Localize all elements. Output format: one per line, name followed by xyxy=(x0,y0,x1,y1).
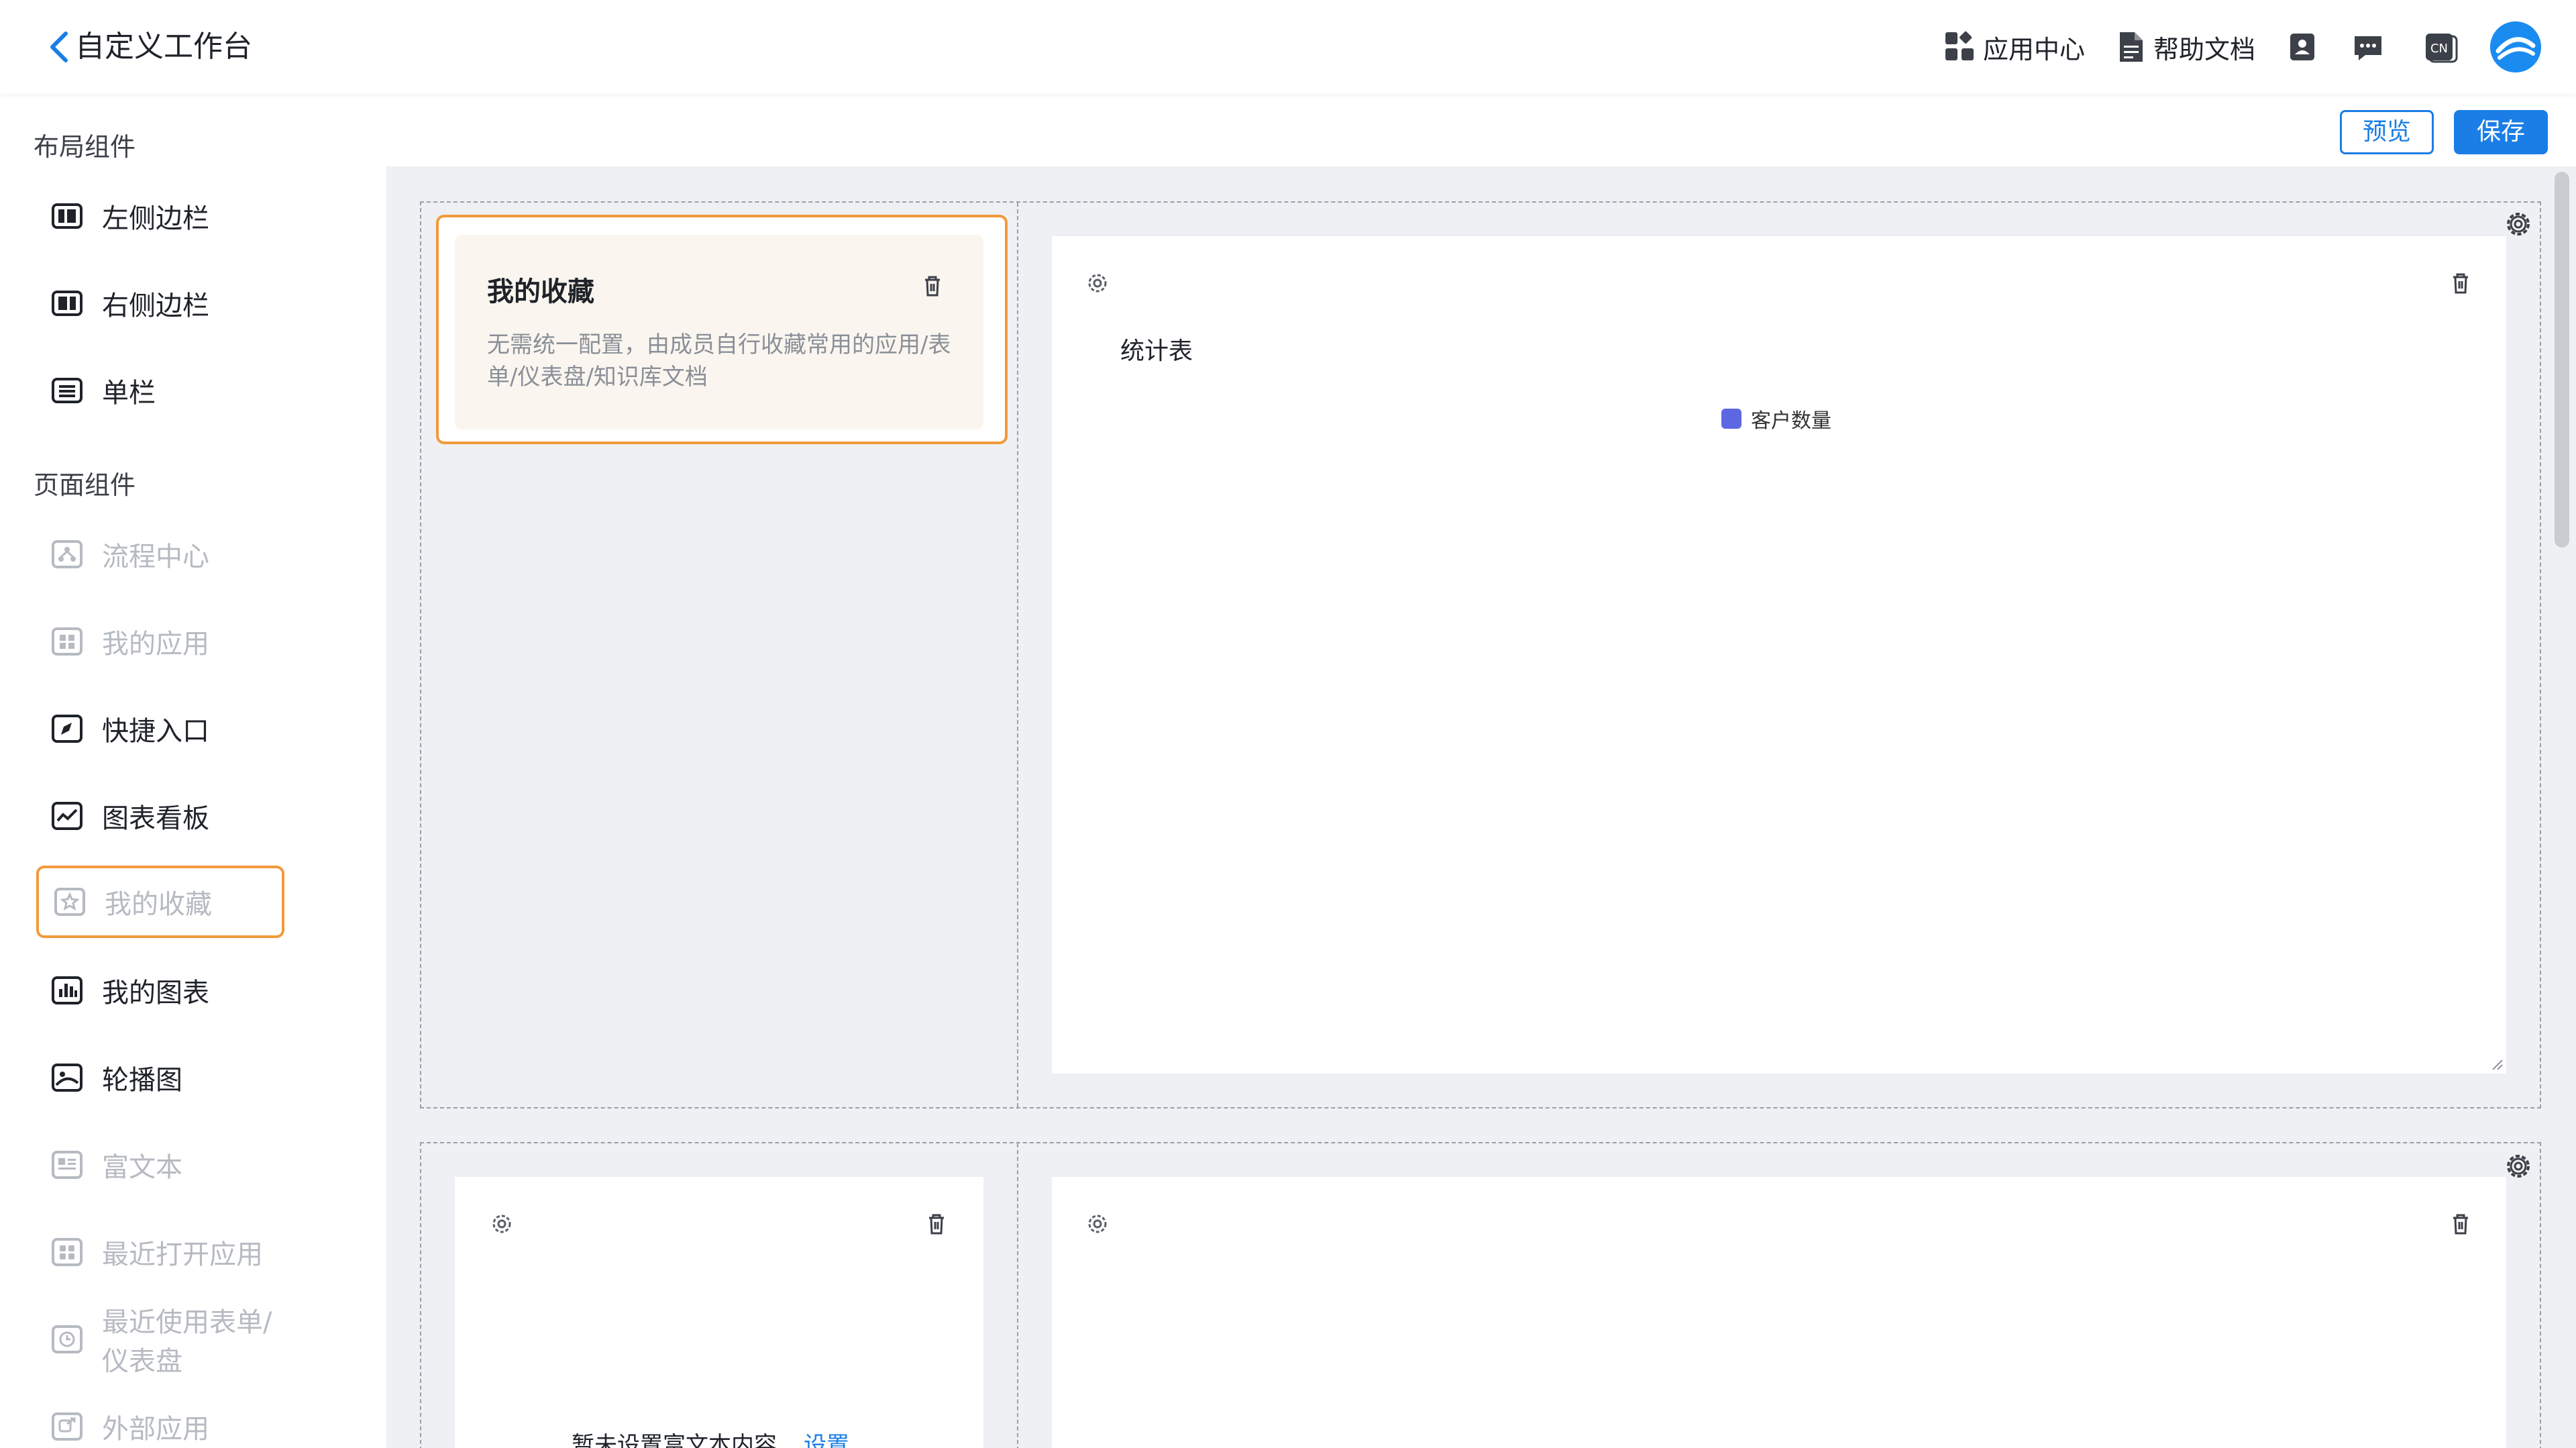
sidebar-item-label: 我的应用 xyxy=(102,629,209,660)
sidebar-item-label: 外部应用 xyxy=(102,1414,209,1445)
column-divider xyxy=(1017,203,1018,1107)
sidebar-item-left-sidebar[interactable]: 左侧边栏 xyxy=(36,180,284,252)
sidebar-item-right-sidebar[interactable]: 右侧边栏 xyxy=(36,267,284,340)
settings-gear-icon[interactable] xyxy=(1084,270,1111,297)
sidebar-item-label: 单栏 xyxy=(102,378,156,409)
sidebar-item-chart-board[interactable]: 图表看板 xyxy=(36,780,284,852)
apps-icon xyxy=(50,624,85,659)
favorites-card-description: 无需统一配置，由成员自行收藏常用的应用/表单/仪表盘/知识库文档 xyxy=(487,331,951,391)
settings-gear-icon[interactable] xyxy=(488,1210,515,1237)
document-icon xyxy=(2120,32,2143,62)
external-app-icon xyxy=(50,1409,85,1444)
sidebar-item-external-apps[interactable]: 外部应用 xyxy=(36,1390,284,1448)
left-sidebar-icon xyxy=(50,199,85,234)
favorites-card[interactable]: 我的收藏 无需统一配置，由成员自行收藏常用的应用/表单/仪表盘/知识库文档 xyxy=(455,235,983,429)
sidebar-item-my-favorites[interactable]: 我的收藏 xyxy=(36,866,284,938)
set-content-link[interactable]: 设置 xyxy=(804,1432,849,1448)
recent-apps-icon xyxy=(50,1235,85,1270)
help-docs-label: 帮助文档 xyxy=(2153,34,2256,64)
sidebar-item-rich-text[interactable]: 富文本 xyxy=(36,1129,284,1201)
canvas-scrollbar-thumb[interactable] xyxy=(2555,172,2569,548)
language-icon[interactable]: CN xyxy=(2423,30,2458,64)
preview-button[interactable]: 预览 xyxy=(2340,110,2434,154)
legend-swatch xyxy=(1721,409,1741,429)
delete-trash-icon[interactable] xyxy=(919,272,946,299)
user-avatar[interactable] xyxy=(2490,21,2541,72)
sidebar-item-label: 我的收藏 xyxy=(105,889,212,920)
sidebar-item-shortcut[interactable]: 快捷入口 xyxy=(36,692,284,765)
chart-legend[interactable]: 客户数量 xyxy=(1721,404,1831,433)
page-section-title: 页面组件 xyxy=(34,470,136,500)
sidebar-item-process-center[interactable]: 流程中心 xyxy=(36,518,284,590)
app-grid-icon xyxy=(1945,31,1974,60)
shortcut-icon xyxy=(50,711,85,746)
sidebar-item-recent-forms[interactable]: 最近使用表单/仪表盘 xyxy=(36,1303,284,1377)
sidebar-item-recent-apps[interactable]: 最近打开应用 xyxy=(36,1216,284,1288)
sidebar-item-single-column[interactable]: 单栏 xyxy=(36,354,284,427)
rich-text-empty-state: 暂未设置富文本内容 设置 xyxy=(572,1427,849,1448)
rich-text-icon xyxy=(50,1147,85,1182)
sidebar-item-my-apps[interactable]: 我的应用 xyxy=(36,605,284,678)
sidebar-item-label: 轮播图 xyxy=(102,1065,182,1096)
chart-board-icon xyxy=(50,798,85,833)
component-sidebar: 布局组件 左侧边栏 右侧边栏 单栏 页面组件 流程中心 我的应用 快捷入口 图表… xyxy=(0,94,386,1448)
legend-label: 客户数量 xyxy=(1751,409,1831,433)
sidebar-item-my-charts[interactable]: 我的图表 xyxy=(36,954,284,1027)
save-button[interactable]: 保存 xyxy=(2454,110,2548,154)
sidebar-item-label: 流程中心 xyxy=(102,541,209,572)
star-icon xyxy=(52,884,87,919)
top-bar: 自定义工作台 应用中心 帮助文档 CN xyxy=(0,0,2576,94)
sidebar-item-label: 左侧边栏 xyxy=(102,203,209,234)
rich-text-card[interactable]: 暂未设置富文本内容 设置 xyxy=(455,1177,983,1448)
favorites-card-title: 我的收藏 xyxy=(487,276,594,307)
delete-trash-icon[interactable] xyxy=(2447,1210,2474,1237)
delete-trash-icon[interactable] xyxy=(2447,270,2474,297)
sidebar-item-label: 快捷入口 xyxy=(102,716,209,747)
delete-trash-icon[interactable] xyxy=(923,1210,950,1237)
bar-chart: 012344金融业2房地产业3建筑业3制造业 xyxy=(1052,236,1079,263)
action-bar xyxy=(386,94,2576,166)
language-badge-text: CN xyxy=(2430,42,2448,56)
carousel-icon xyxy=(50,1060,85,1095)
contacts-icon[interactable] xyxy=(2285,30,2320,64)
single-column-icon xyxy=(50,373,85,408)
bar-chart-icon xyxy=(50,973,85,1008)
chart-title: 统计表 xyxy=(1120,338,1193,365)
message-icon[interactable] xyxy=(2351,30,2385,64)
app-center-button[interactable]: 应用中心 xyxy=(1943,28,2085,66)
sidebar-item-label: 最近使用表单/仪表盘 xyxy=(102,1307,272,1377)
sidebar-item-label: 右侧边栏 xyxy=(102,291,209,321)
process-icon xyxy=(50,537,85,572)
column-divider xyxy=(1017,1143,1018,1448)
chart-card[interactable]: 统计表 客户数量 012344金融业2房地产业3建筑业3制造业 xyxy=(1052,236,2506,1074)
empty-state-text: 暂未设置富文本内容 xyxy=(572,1432,777,1448)
help-docs-button[interactable]: 帮助文档 xyxy=(2113,28,2255,66)
component-card[interactable] xyxy=(1052,1177,2506,1448)
page-title: 自定义工作台 xyxy=(75,30,252,64)
sidebar-item-label: 图表看板 xyxy=(102,803,209,834)
right-sidebar-icon xyxy=(50,286,85,321)
layout-section-title: 布局组件 xyxy=(34,132,136,162)
sidebar-item-carousel[interactable]: 轮播图 xyxy=(36,1041,284,1114)
resize-handle-icon[interactable] xyxy=(2491,1059,2518,1086)
sidebar-item-label: 我的图表 xyxy=(102,978,209,1009)
clock-icon xyxy=(50,1322,85,1357)
app-center-label: 应用中心 xyxy=(1983,34,2086,64)
sidebar-item-label: 富文本 xyxy=(102,1152,182,1183)
settings-gear-icon[interactable] xyxy=(1084,1210,1111,1237)
sidebar-item-label: 最近打开应用 xyxy=(102,1239,263,1270)
